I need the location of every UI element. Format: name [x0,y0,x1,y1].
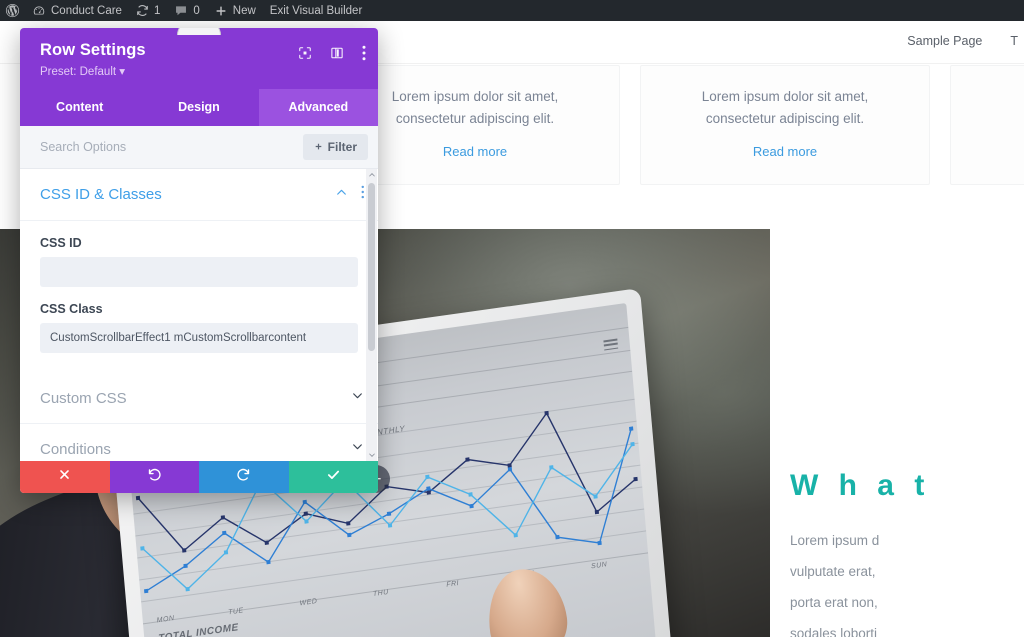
chevron-down-icon[interactable] [351,440,364,458]
day-label: FRI [446,579,460,589]
body-line: vulputate erat, [790,564,876,579]
comment-bubble-icon [174,4,188,18]
css-id-input[interactable] [40,257,358,287]
redo-icon [236,467,251,487]
day-label: WED [299,597,318,608]
section-css-id-classes: CSS ID & Classes CSS ID CSS Class Custom… [20,169,378,373]
search-options-row: Search Options Filter [20,126,378,169]
day-label: SUN [590,561,608,571]
day-label: MON [156,614,175,625]
tab-content[interactable]: Content [20,89,140,126]
day-label: TUE [227,607,244,617]
section-header-css-id-classes[interactable]: CSS ID & Classes [20,169,378,221]
modal-header: Row Settings Preset: Default ▾ [20,28,378,89]
section-title: Conditions [40,440,111,458]
modal-header-icons [298,45,366,66]
kebab-menu-icon[interactable] [361,185,365,204]
card-text: Lorem ipsum dolor sit amet, consectetur a… [391,89,559,126]
check-icon [326,467,341,487]
tab-advanced[interactable]: Advanced [258,89,378,126]
section-title: Custom CSS [40,389,127,407]
close-icon [58,468,71,486]
page-title: W h a t [790,469,931,502]
card-text: Lorem ipsum dolor sit amet, consectetur a… [701,89,869,126]
nav-item-sample-page[interactable]: Sample Page [907,34,982,48]
adminbar-exit-label: Exit Visual Builder [269,4,363,17]
section-header-conditions[interactable]: Conditions [20,424,378,461]
modal-preset-selector[interactable]: Preset: Default ▾ [40,64,364,78]
filter-label: Filter [327,140,357,154]
card-read-more-link[interactable]: Read more [753,144,817,159]
chevron-down-icon: ▾ [119,66,126,78]
kebab-menu-icon[interactable] [362,45,366,66]
card[interactable]: Lorem ipsum dolor sit amet, consectetur a… [640,65,930,185]
revisions-icon [136,4,149,17]
dashboard-icon [32,4,46,18]
css-class-input[interactable]: CustomScrollbarEffect1 mCustomScrollbarc… [40,323,358,353]
chevron-up-icon[interactable] [335,186,348,204]
section-header-custom-css[interactable]: Custom CSS [20,373,378,424]
adminbar-site-name-label: Conduct Care [51,4,122,17]
modal-body: CSS ID & Classes CSS ID CSS Class Custom… [20,169,378,461]
adminbar-wordpress-logo[interactable] [0,0,25,21]
card[interactable]: Lorecon [950,65,1024,185]
body-line: porta erat non, [790,595,878,610]
hamburger-menu-icon [603,338,619,351]
cancel-button[interactable] [20,461,110,493]
adminbar-revisions-count: 1 [153,4,161,17]
wordpress-logo-icon [5,3,20,18]
adminbar-exit-visual-builder[interactable]: Exit Visual Builder [263,0,369,21]
modal-tabs: Content Design Advanced [20,89,378,126]
scroll-up-arrow-icon[interactable] [366,169,377,181]
undo-icon [147,467,162,487]
search-input[interactable]: Search Options [40,140,126,154]
scrollbar-thumb[interactable] [368,183,375,351]
card-read-more-link[interactable]: Read more [443,144,507,159]
target-icon[interactable] [298,46,312,65]
adminbar-revisions[interactable]: 1 [129,0,167,21]
wp-admin-bar: Conduct Care 1 0 New Exit Visual Builder [0,0,1024,21]
body-line: Lorem ipsum d [790,533,880,548]
chevron-down-icon[interactable] [351,389,364,407]
hero-text-column: W h a t Lorem ipsum d vulputate erat, po… [790,469,1024,637]
scroll-down-arrow-icon[interactable] [366,449,377,461]
row-settings-modal: Row Settings Preset: Default ▾ Content D… [20,28,378,493]
redo-button[interactable] [199,461,289,493]
plus-icon [214,4,228,18]
adminbar-comments-count: 0 [193,4,200,17]
nav-item-truncated[interactable]: T [1010,34,1018,48]
filter-button[interactable]: Filter [302,134,368,160]
field-css-id: CSS ID [20,221,378,287]
adminbar-comments[interactable]: 0 [167,0,206,21]
tab-design[interactable]: Design [139,89,259,126]
plus-icon [314,140,323,154]
screenshot-root: i Sample Page T Lorem ipsum dolor sit am… [0,0,1024,637]
layout-panel-icon[interactable] [330,46,344,65]
section-title: CSS ID & Classes [40,186,162,203]
adminbar-site-name[interactable]: Conduct Care [25,0,129,21]
field-label: CSS ID [40,236,82,250]
body-line: sodales loborti [790,626,878,637]
modal-footer [20,461,378,493]
field-label: CSS Class [40,302,103,316]
field-css-class: CSS Class CustomScrollbarEffect1 mCustom… [20,287,378,353]
save-button[interactable] [288,461,378,493]
modal-scrollbar[interactable] [366,169,377,461]
adminbar-new-label: New [232,4,256,17]
day-label: THU [372,588,390,599]
modal-drag-handle[interactable] [177,28,221,35]
undo-button[interactable] [109,461,199,493]
site-nav: Sample Page T [907,34,1024,48]
adminbar-new[interactable]: New [207,0,263,21]
